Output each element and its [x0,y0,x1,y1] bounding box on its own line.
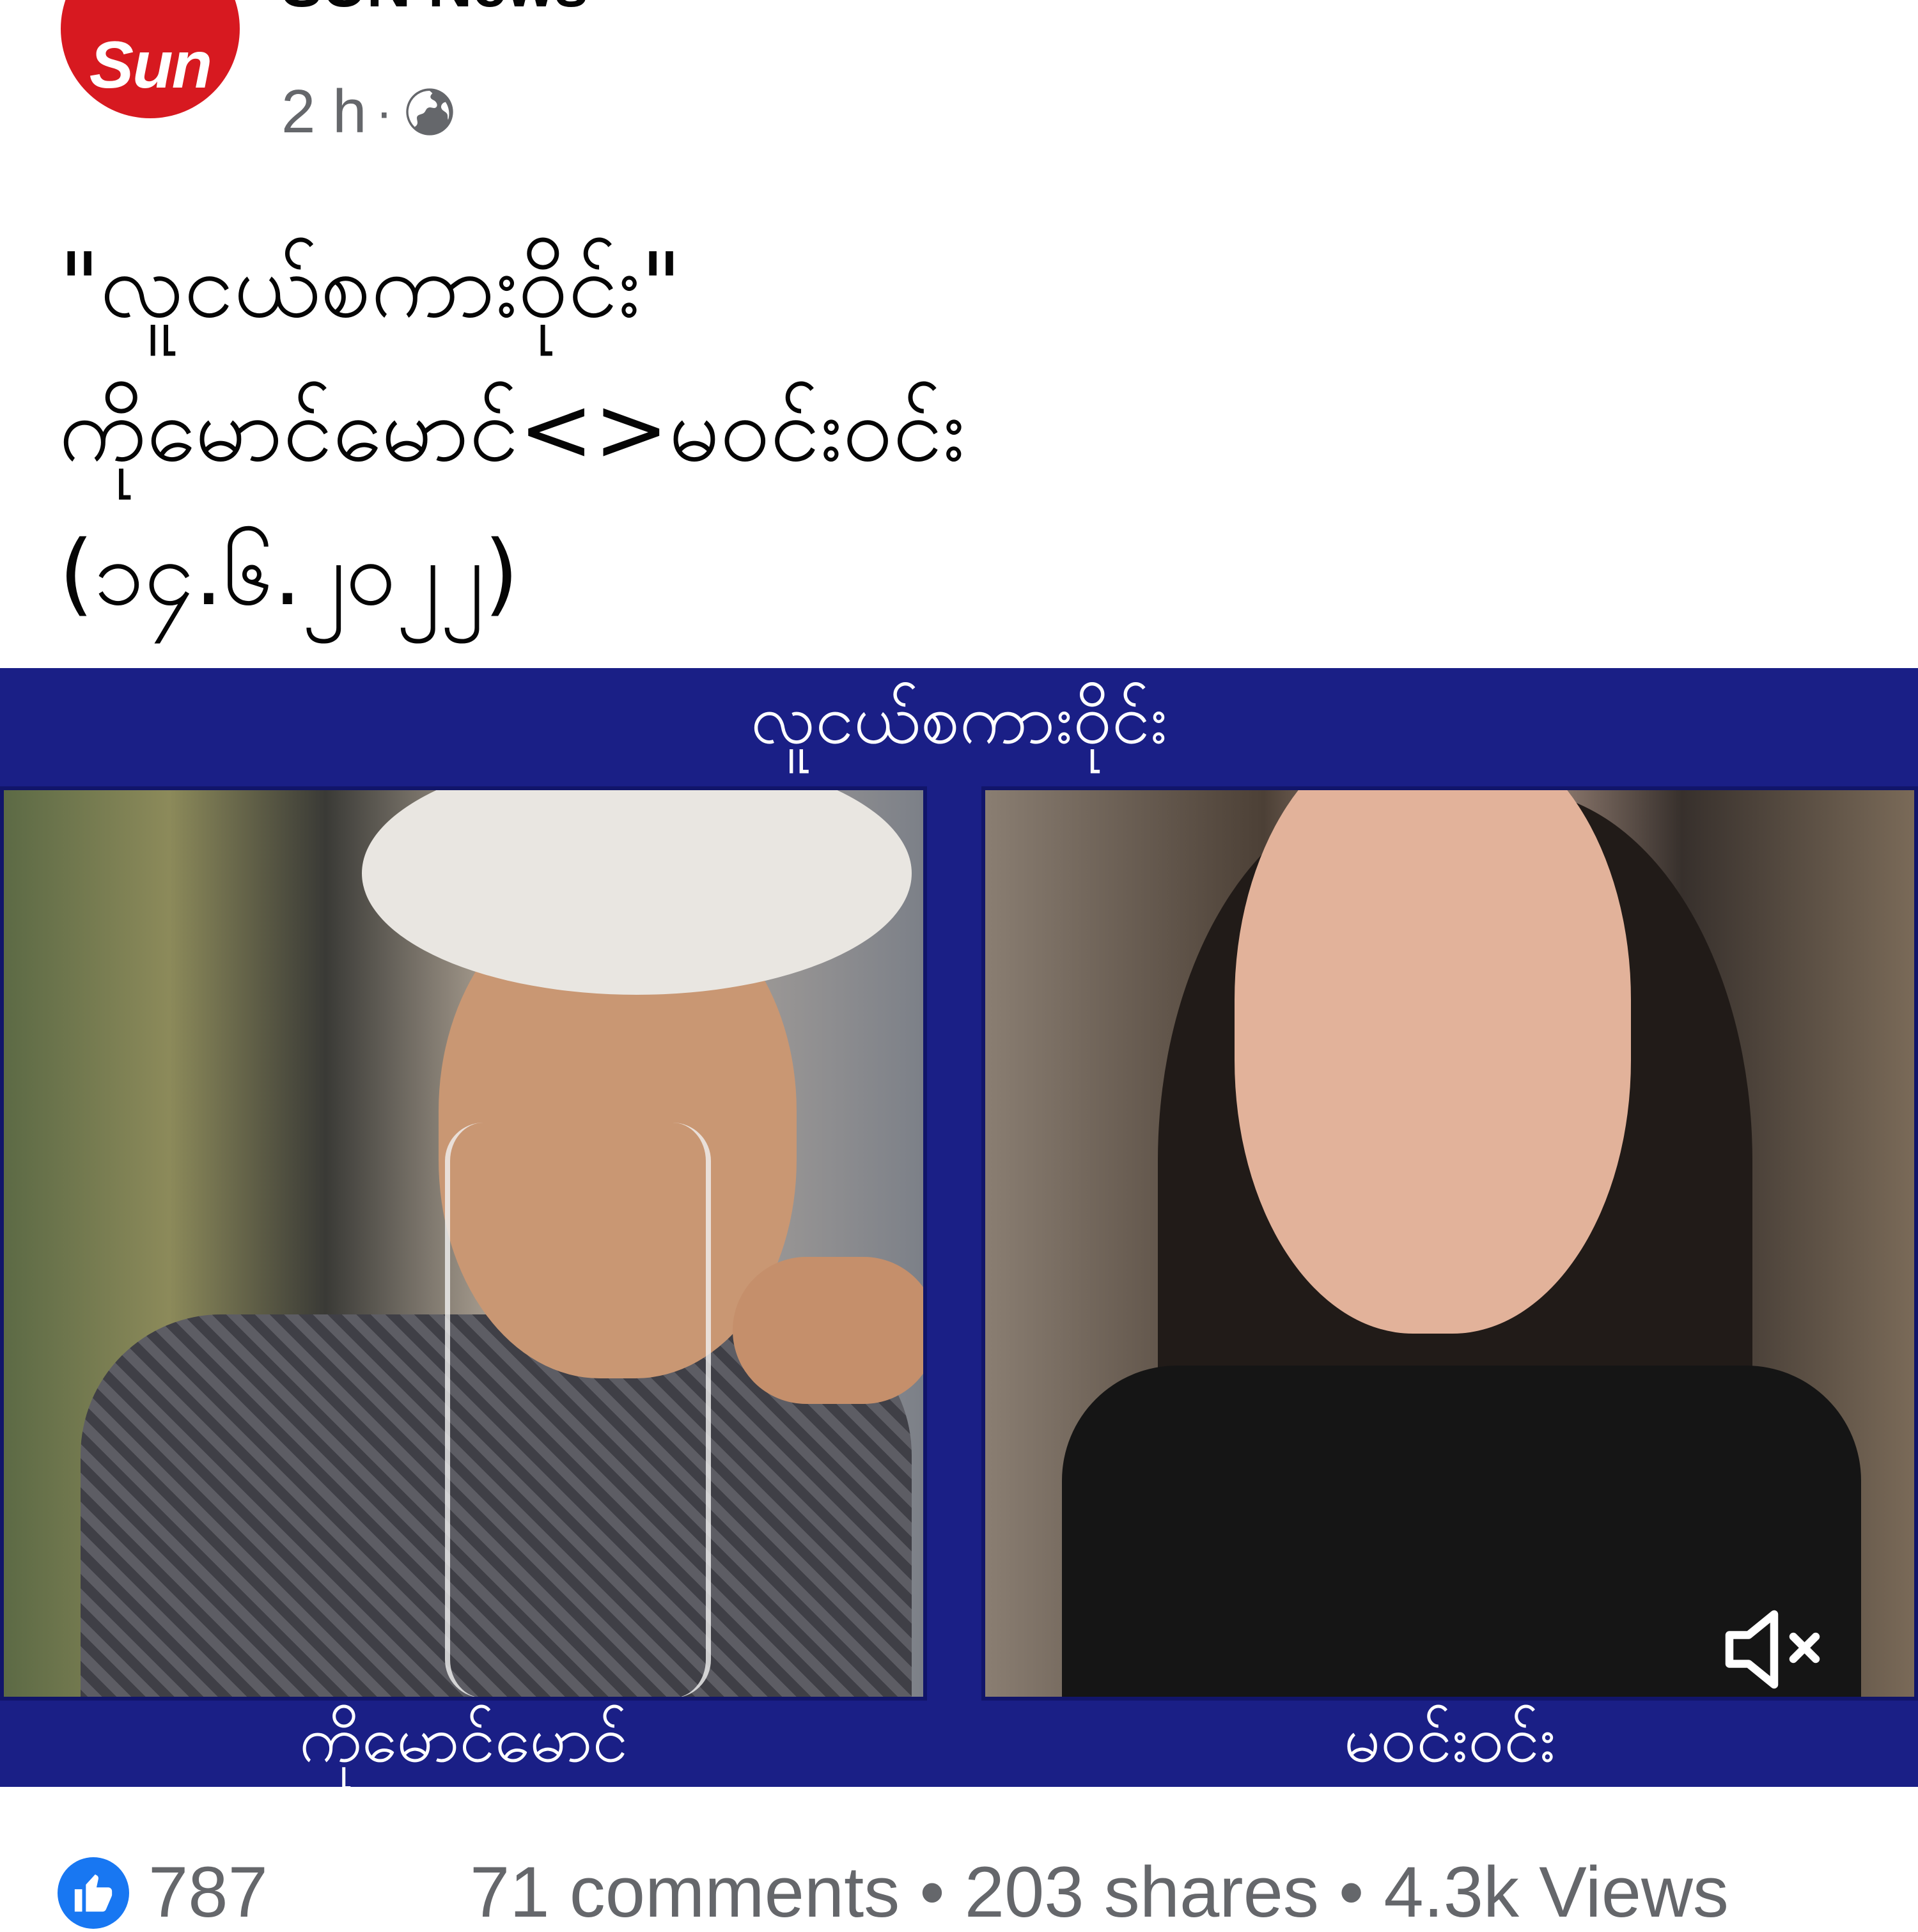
thumbs-up-glyph [74,1874,113,1912]
page-name[interactable]: SUN News [281,0,588,17]
caption-line-date: (၁၄.၆.၂၀၂၂) [59,522,519,626]
left-speaker-hat [362,790,912,995]
thumbs-up-icon [58,1857,129,1929]
left-speaker-hand [733,1257,923,1404]
left-video-panel [0,786,927,1701]
right-speaker-face [1235,790,1631,1334]
reaction-count[interactable]: 787 [148,1857,268,1928]
post-meta: 2 h · [281,77,458,147]
caption-line-speakers: ကိုမောင်မောင်<>မဝင်းဝင်း [59,378,965,482]
right-video-panel [981,786,1918,1701]
page-avatar[interactable]: Sun [61,0,240,118]
post-header: Sun SUN News 2 h · [0,0,1918,166]
post-time[interactable]: 2 h [281,81,366,143]
video-title: လူငယ်စကားဝိုင်း [750,680,1168,760]
mute-icon [1725,1610,1820,1689]
caption-line-title: "လူငယ်စကားဝိုင်း" [59,234,682,338]
avatar-logo-text: Sun [89,28,212,102]
globe-icon [406,88,453,136]
post-caption: "လူငယ်စကားဝိုင်း" ကိုမောင်မောင်<>မဝင်းဝင… [59,214,1849,646]
meta-separator: · [375,83,393,140]
earphone-cable [445,1123,711,1697]
left-speaker-name: ကိုမောင်မောင် [299,1702,628,1777]
right-speaker-name: မဝင်းဝင်း [1343,1702,1556,1777]
post-engagement-bar: 787 71 comments • 203 shares • 4.3k View… [0,1841,1918,1929]
mute-button[interactable] [1720,1601,1828,1697]
engagement-stats[interactable]: 71 comments • 203 shares • 4.3k Views [470,1857,1729,1928]
video-player[interactable]: လူငယ်စကားဝိုင်း ကိုမောင်မောင် မဝင်းဝင်း [0,668,1918,1787]
